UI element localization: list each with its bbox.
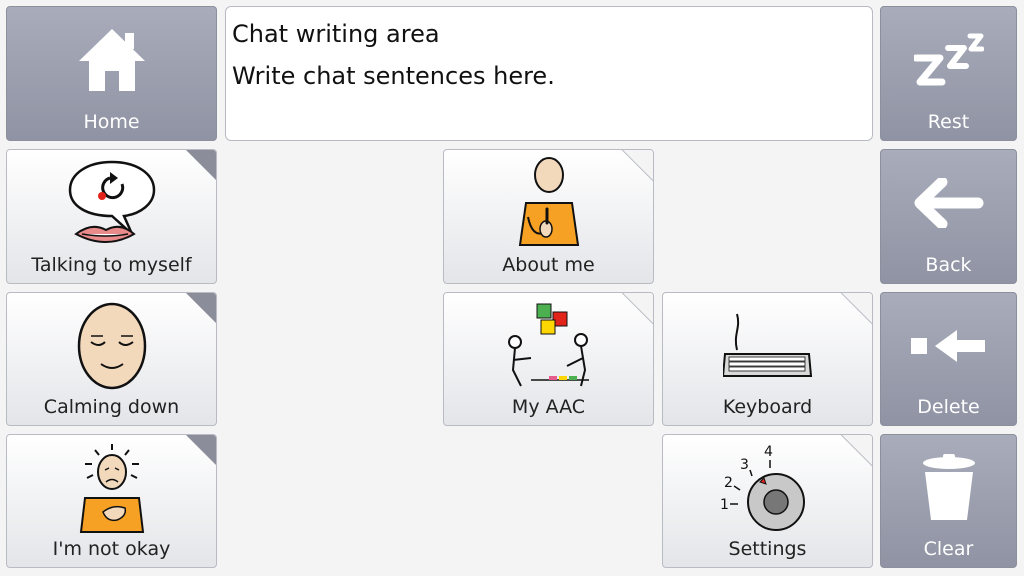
dial-number-3: 3 — [740, 457, 749, 473]
trash-icon — [881, 435, 1016, 540]
my-aac-button[interactable]: My AAC — [443, 292, 654, 426]
chat-writing-area[interactable]: Chat writing area Write chat sentences h… — [225, 6, 873, 141]
folder-corner — [185, 150, 216, 181]
settings-button[interactable]: 1 2 3 4 Settings — [662, 434, 873, 568]
delete-button[interactable]: Delete — [880, 292, 1017, 426]
dial-number-1: 1 — [720, 497, 729, 513]
folder-corner — [185, 435, 216, 466]
zzz-icon — [881, 7, 1016, 113]
home-button[interactable]: Home — [6, 6, 217, 141]
folded-corner — [622, 150, 653, 181]
calming-down-label: Calming down — [43, 396, 180, 418]
delete-label: Delete — [917, 396, 980, 418]
keyboard-label: Keyboard — [722, 396, 813, 418]
rest-label: Rest — [927, 111, 970, 133]
rest-button[interactable]: Rest — [880, 6, 1017, 141]
dial-number-4: 4 — [764, 444, 773, 460]
calming-down-button[interactable]: Calming down — [6, 292, 217, 426]
talking-to-myself-button[interactable]: Talking to myself — [6, 149, 217, 284]
home-icon — [7, 7, 216, 113]
chat-placeholder: Write chat sentences here. — [232, 62, 555, 90]
back-label: Back — [925, 254, 972, 276]
about-me-label: About me — [502, 254, 595, 276]
dial-number-2: 2 — [724, 475, 733, 491]
home-label: Home — [83, 111, 140, 133]
im-not-okay-button[interactable]: I'm not okay — [6, 434, 217, 568]
settings-label: Settings — [728, 538, 807, 560]
folder-corner — [185, 293, 216, 324]
about-me-button[interactable]: About me — [443, 149, 654, 284]
chat-title: Chat writing area — [232, 20, 440, 48]
clear-button[interactable]: Clear — [880, 434, 1017, 568]
keyboard-button[interactable]: Keyboard — [662, 292, 873, 426]
my-aac-label: My AAC — [511, 396, 586, 418]
im-not-okay-label: I'm not okay — [52, 538, 171, 560]
folded-corner — [841, 435, 872, 466]
talking-to-myself-label: Talking to myself — [31, 254, 192, 276]
back-button[interactable]: Back — [880, 149, 1017, 284]
clear-label: Clear — [923, 538, 974, 560]
backspace-icon — [881, 293, 1016, 398]
folded-corner — [841, 293, 872, 324]
arrow-left-icon — [881, 150, 1016, 256]
folded-corner — [622, 293, 653, 324]
